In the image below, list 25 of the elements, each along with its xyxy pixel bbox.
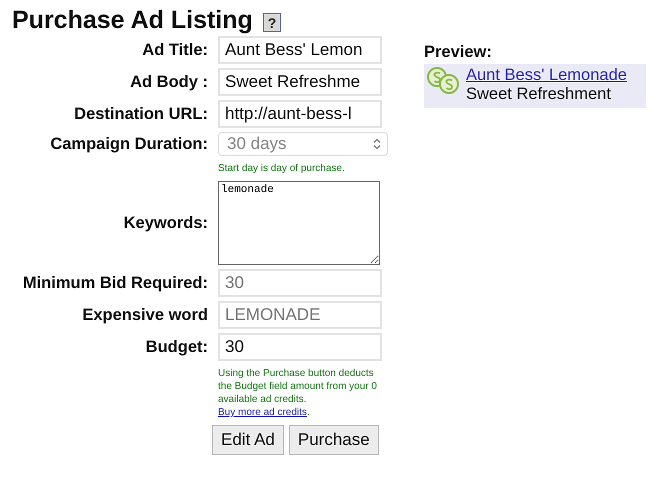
ad-body-text: Sweet Refreshment [466,85,612,104]
action-button[interactable]: Purchase [288,425,379,455]
chevron-icon [373,138,381,150]
field-label: Ad Title: [142,40,208,60]
field-label: Keywords: [124,214,208,232]
preview-heading: Preview: [424,43,493,62]
input-field[interactable]: 30 [218,333,382,361]
input-field[interactable]: http://aunt-bess-l [218,100,382,128]
coins-icon [426,66,462,96]
ad-title-link[interactable]: Aunt Bess' Lemonade [466,66,627,85]
field-label: Expensive word [82,306,208,324]
input-field[interactable]: Aunt Bess' Lemon [218,36,382,64]
field-label: Campaign Duration: [50,134,208,154]
buy-credits-link[interactable]: Buy more ad credits [218,407,307,418]
help-button[interactable]: ? [262,13,282,32]
action-button[interactable]: Edit Ad [212,425,284,455]
field-label: Destination URL: [74,104,208,124]
keywords-field[interactable]: lemonade [218,181,380,265]
field-label: Ad Body : [130,72,208,92]
field-label: Minimum Bid Required: [22,274,208,292]
page-title: Purchase Ad Listing [12,6,253,35]
hint-text: Using the Purchase button deducts the Budget field amount from your 0 available ad credits. Buy more ad credits. [218,367,378,419]
hint-text: Start day is day of purchase. [218,162,346,175]
field-label: Budget: [146,338,208,356]
input-field[interactable]: Sweet Refreshme [218,68,382,96]
